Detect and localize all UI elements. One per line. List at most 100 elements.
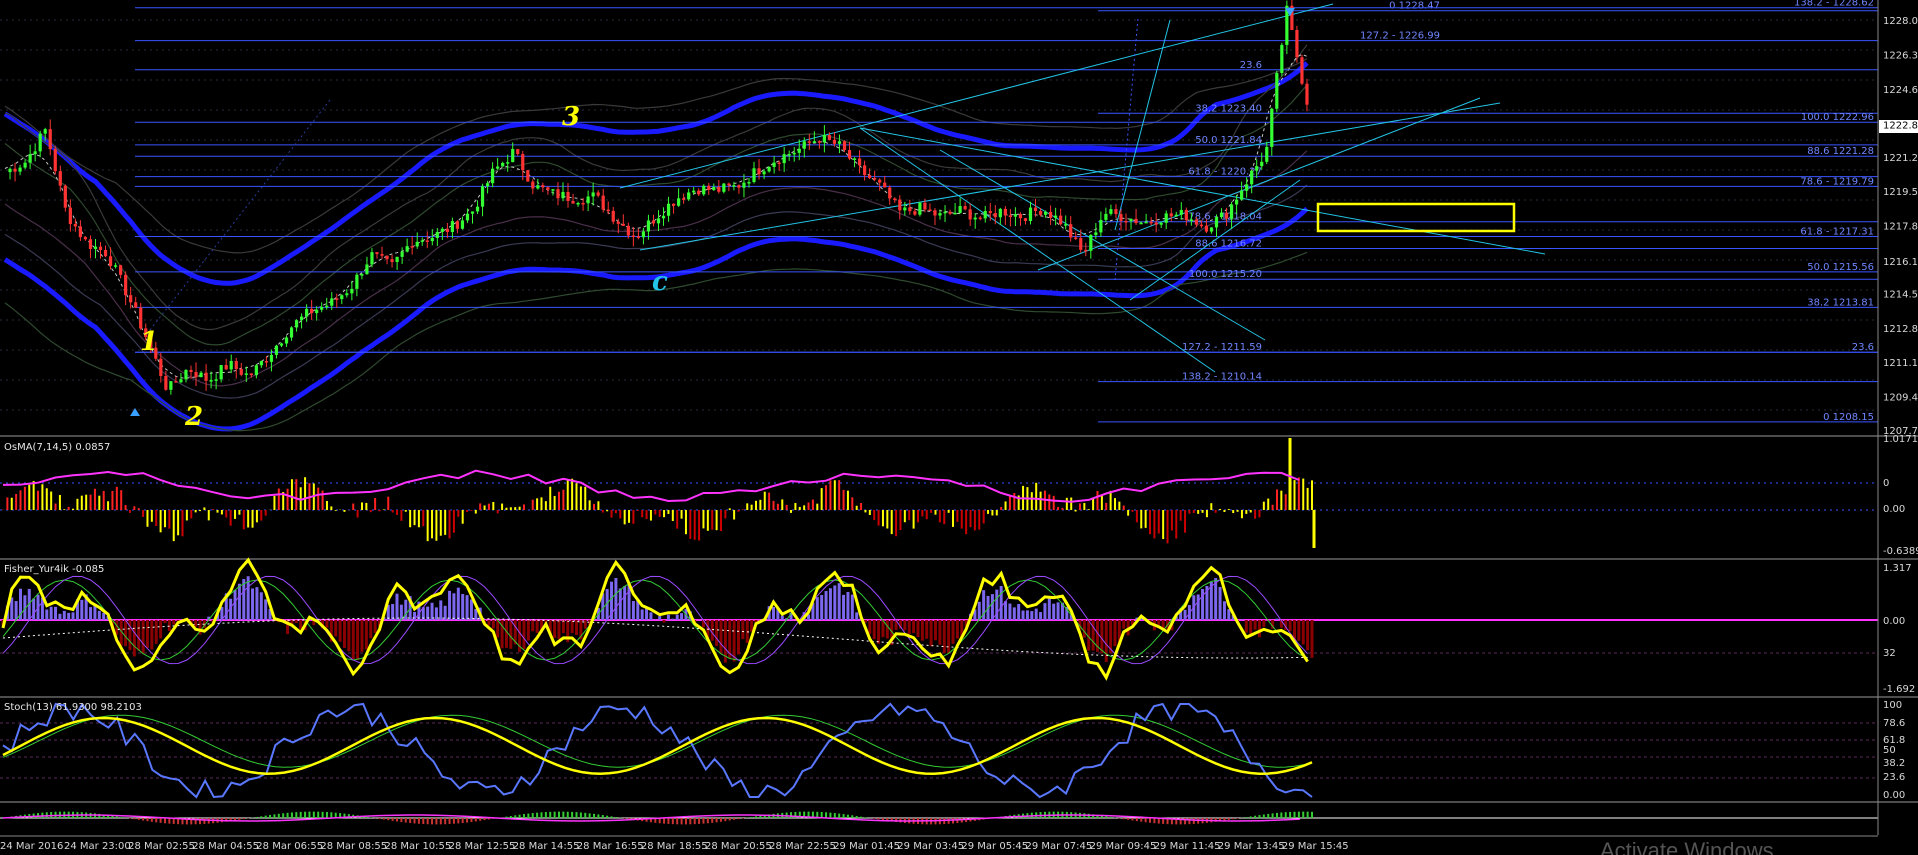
candle-body [938,213,942,216]
price-tick: 1219.55 [1883,187,1918,198]
candle-body [546,187,550,190]
price-tick: 1212.80 [1883,324,1918,335]
candle-body [1154,222,1158,225]
candle-body [908,207,912,212]
fib-label: 38.2 1213.81 [1807,297,1874,308]
candle-body [1059,215,1063,225]
stoch-tick: 38.2 [1883,758,1905,769]
candle-body [692,190,696,193]
candle-body [581,203,585,205]
candle-body [868,175,872,179]
osma-tick: -0.6389 [1883,546,1918,557]
candle-body [43,129,47,134]
price-tick: 1216.10 [1883,257,1918,268]
time-tick: 28 Mar 04:55 [192,841,259,852]
candle-body [777,162,781,165]
candle-body [1144,221,1148,224]
fib-label: 38.2 1223.40 [1195,103,1262,114]
candle-body [1054,215,1058,218]
candle-body [827,134,832,140]
candle-body [455,221,460,229]
candle-body [943,211,947,214]
candle-body [345,293,349,296]
price-tick: 1221.25 [1883,153,1918,164]
time-tick: 28 Mar 22:55 [769,841,836,852]
candle-body [274,345,279,355]
candle-body [616,221,620,224]
time-tick: 28 Mar 12:55 [449,841,516,852]
candle-body [425,240,429,242]
candle-body [159,358,163,376]
fib-label: 88.6 1221.28 [1807,146,1874,157]
candle-body [762,171,766,175]
candle-body [1219,212,1224,218]
time-tick: 29 Mar 03:45 [897,841,964,852]
candle-body [269,354,274,362]
candle-body [1265,146,1269,162]
candle-body [812,141,816,143]
candle-body [1224,212,1229,219]
candle-body [8,168,12,173]
candle-body [551,189,555,191]
candle-body [113,265,118,267]
candle-body [108,256,113,267]
candle-body [264,361,268,363]
candle-body [1164,213,1168,223]
candle-body [918,202,922,215]
candle-body [1104,213,1108,220]
candle-body [139,307,143,329]
fisher-tick: 1.317 [1883,563,1912,574]
price-tick: 1211.10 [1883,358,1918,369]
candle-body [124,274,128,296]
elliott-wave-label: 3 [562,102,580,132]
candle-body [883,182,887,188]
candle-body [18,167,22,172]
stoch-tick: 0.00 [1883,790,1905,801]
fib-label: 0 1208.15 [1823,412,1874,423]
candle-body [405,246,409,252]
candle-body [847,149,852,159]
candle-body [506,162,510,164]
candle-body [1270,108,1274,147]
candle-body [797,148,801,153]
candle-body [571,200,575,204]
candle-body [1250,170,1254,185]
fib-label: 0 1228.47 [1389,1,1440,12]
activation-watermark: Activate Windows [1600,838,1774,855]
candle-body [611,210,615,222]
time-tick: 28 Mar 14:55 [513,841,580,852]
candle-body [953,212,957,215]
candle-body [596,192,600,196]
candle-body [511,149,515,163]
candle-body [873,178,877,180]
time-tick: 24 Mar 23:00 [64,841,131,852]
candle-body [1114,209,1118,215]
candle-body [501,162,505,167]
time-tick: 28 Mar 10:55 [385,841,452,852]
candle-body [239,368,243,375]
stoch-tick: 78.6 [1883,718,1905,729]
candle-body [978,217,982,220]
candle-body [485,183,490,187]
candle-body [903,207,907,211]
candle-body [1255,166,1259,171]
price-chart[interactable]: 0 1228.47 138.2 - 1228.62 127.2 - 1226.99 2… [0,0,1918,855]
candle-body [98,246,103,250]
candle-body [837,141,842,144]
candle-body [1275,73,1279,109]
candle-body [898,199,902,211]
time-tick: 24 Mar 2016 [0,841,63,852]
time-tick: 28 Mar 16:55 [577,841,644,852]
candle-body [164,375,168,390]
fib-label: 61.8 - 1217.31 [1800,227,1874,238]
candle-body [752,168,756,183]
candle-body [968,209,972,220]
candle-body [767,166,771,172]
candle-body [928,209,932,212]
candle-body [83,237,88,240]
candle-body [707,185,711,190]
price-tick: 1207.75 [1883,426,1918,437]
candle-body [993,213,997,218]
time-tick: 29 Mar 05:45 [961,841,1028,852]
fisher-tick: -1.692 [1883,684,1915,695]
